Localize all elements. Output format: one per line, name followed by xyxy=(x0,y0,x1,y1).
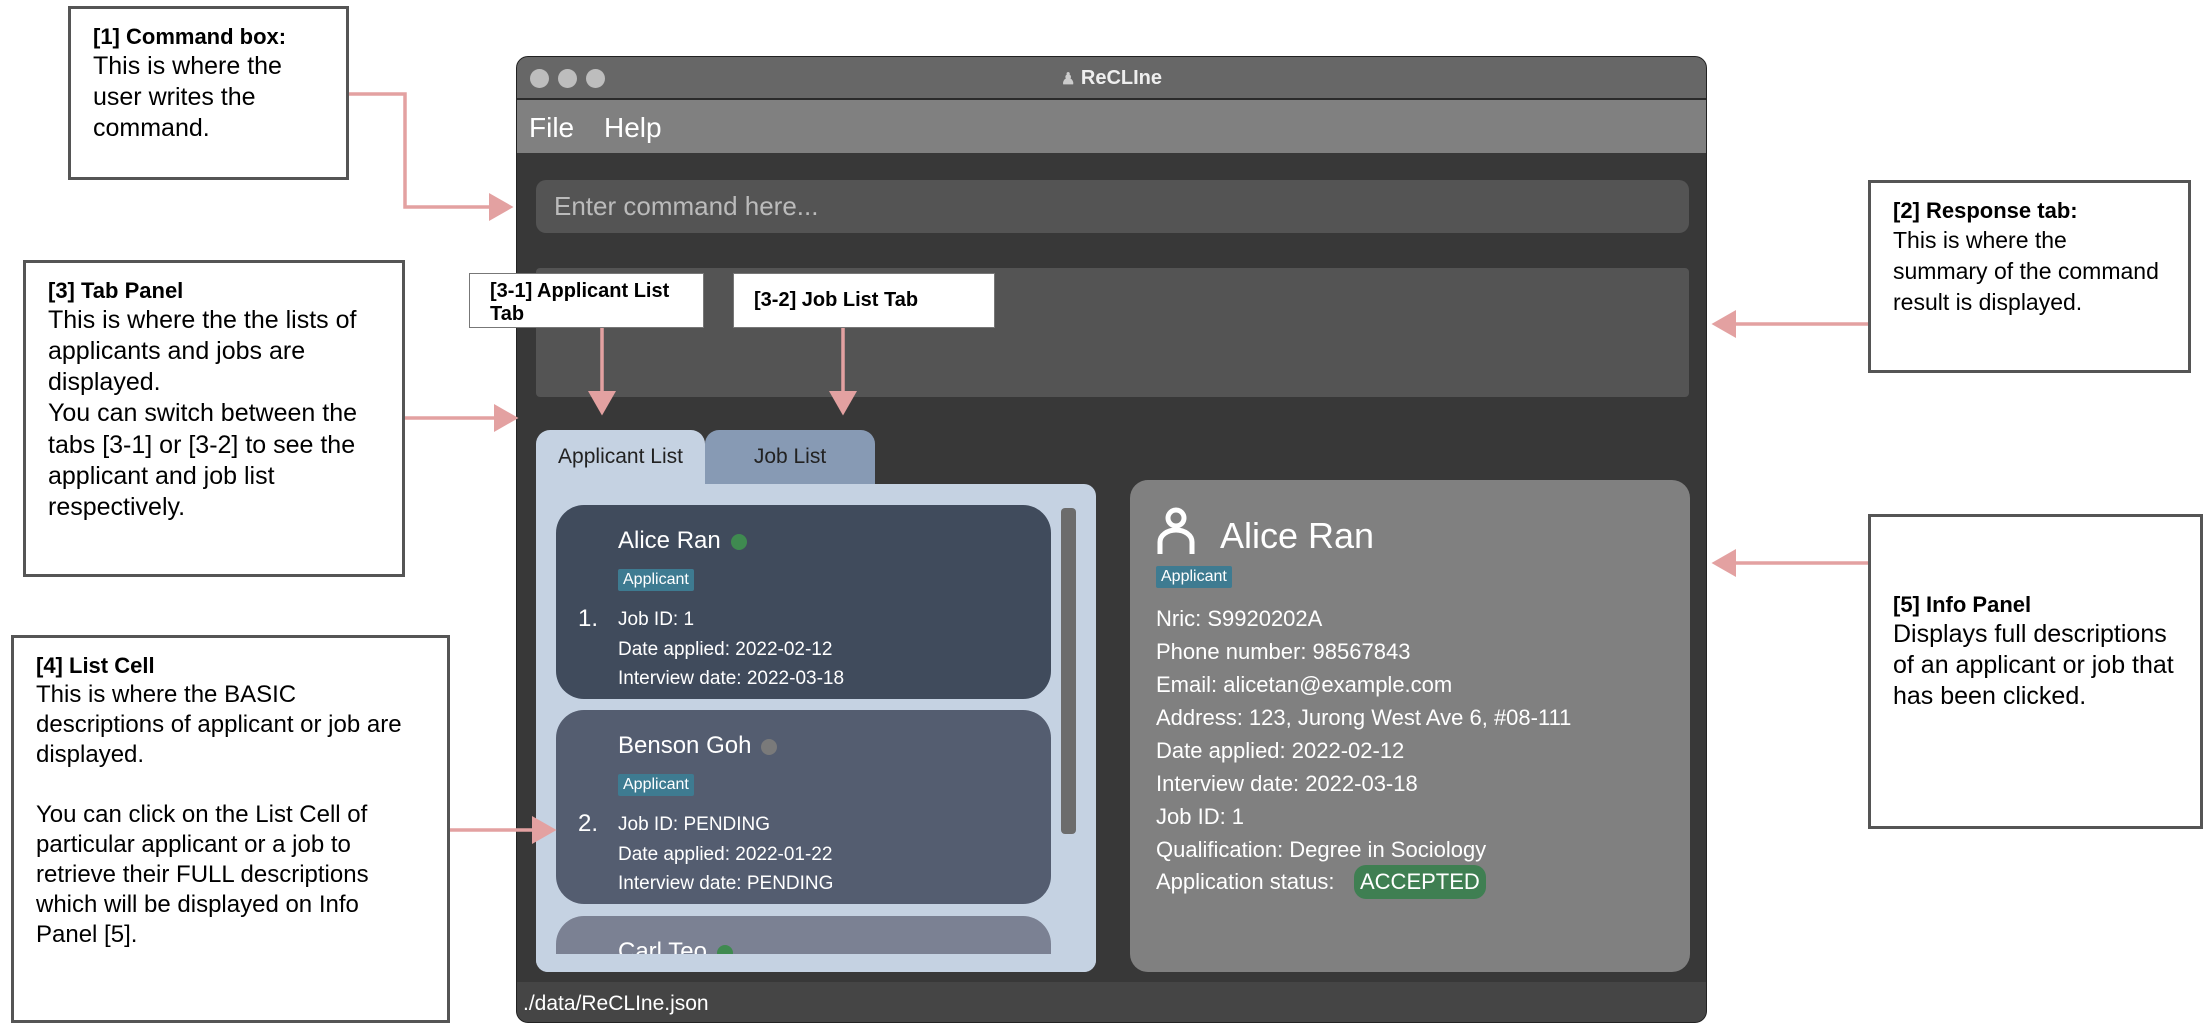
info-interview-date: Interview date: 2022-03-18 xyxy=(1156,771,1418,796)
annotation-body: This is where the the lists of applicant… xyxy=(48,305,358,522)
annotation-title: [2] Response tab: xyxy=(1893,198,2078,223)
info-qualification: Qualification: Degree in Sociology xyxy=(1156,837,1487,862)
window-title-text: ReCLIne xyxy=(1080,67,1163,89)
annotation-job-list-tab: [3-2] Job List Tab xyxy=(733,273,995,328)
app-window: ♟​ ReCLIne File Help Applicant List Job … xyxy=(516,56,1707,1023)
cell-name-text: Alice Ran xyxy=(618,527,721,554)
arrow-command-box xyxy=(349,92,514,221)
info-date-applied: Date applied: 2022-02-12 xyxy=(1156,738,1405,763)
info-phone: Phone number: 98567843 xyxy=(1156,639,1411,664)
annotation-body: This is where the summary of the command… xyxy=(1893,226,2159,316)
info-panel: Alice Ran Applicant Nric: S9920202A Phon… xyxy=(1130,480,1690,972)
info-email: Email: alicetan@example.com xyxy=(1156,672,1453,697)
command-input[interactable] xyxy=(536,180,1689,233)
annotation-response-tab: [2] Response tab: This is where the summa… xyxy=(1868,180,2191,373)
info-name: Alice Ran xyxy=(1220,515,1375,556)
applicant-list: Alice Ran Applicant 1. Job ID: 1 Date ap… xyxy=(536,484,1096,972)
info-address: Address: 123, Jurong West Ave 6, #08-111 xyxy=(1156,705,1572,730)
annotation-applicant-list-tab: [3-1] Applicant List Tab xyxy=(469,273,704,328)
cell-index: 2. xyxy=(578,810,599,837)
info-job-id: Job ID: 1 xyxy=(1156,804,1245,829)
application-status-badge: ACCEPTED xyxy=(1354,865,1486,899)
cell-name-text: Benson Goh xyxy=(618,732,752,759)
cell-name: Alice Ran xyxy=(618,527,747,555)
cell-interview-date: Interview date: 2022-03-18 xyxy=(618,668,845,689)
list-cell[interactable]: Alice Ran Applicant 1. Job ID: 1 Date ap… xyxy=(556,505,1051,699)
list-clip xyxy=(536,954,1096,972)
menu-bar: File Help xyxy=(517,100,1706,153)
annotation-body: Displays full descriptions of an applica… xyxy=(1893,619,2174,711)
tab-applicant-list[interactable]: Applicant List xyxy=(536,430,705,484)
cell-interview-date: Interview date: PENDING xyxy=(618,873,834,894)
cell-date-applied: Date applied: 2022-02-12 xyxy=(618,639,833,660)
annotation-info-panel: [5] Info Panel Displays full descriptions… xyxy=(1868,514,2203,829)
menu-file[interactable]: File xyxy=(529,112,574,144)
tab-job-list[interactable]: Job List xyxy=(705,430,875,484)
info-status-label: Application status: xyxy=(1156,869,1335,894)
cell-job-id: Job ID: PENDING xyxy=(618,814,771,835)
person-icon xyxy=(1157,507,1195,554)
window-title: ♟​ ReCLIne xyxy=(517,67,1706,90)
annotation-tab-panel: [3] Tab Panel This is where the the lists… xyxy=(23,260,405,577)
annotation-title: [3] Tab Panel xyxy=(48,278,184,303)
status-dot-icon xyxy=(761,738,778,755)
status-dot-icon xyxy=(730,533,747,550)
cell-date-applied: Date applied: 2022-01-22 xyxy=(618,844,833,865)
annotation-body: This is where the BASIC descriptions of … xyxy=(36,680,402,948)
annotation-title: [4] List Cell xyxy=(36,653,155,678)
menu-help[interactable]: Help xyxy=(604,112,662,144)
info-nric: Nric: S9920202A xyxy=(1156,606,1323,631)
annotation-body: This is where the user writes the comman… xyxy=(93,51,282,143)
annotation-command-box: [1] Command box: This is where the user w… xyxy=(68,6,349,180)
annotation-title: [1] Command box: xyxy=(93,24,287,49)
response-box xyxy=(536,268,1689,397)
role-badge: Applicant xyxy=(1156,566,1232,588)
cell-index: 1. xyxy=(578,605,599,632)
people-hierarchy-icon: ♟​ xyxy=(1060,71,1076,88)
list-scrollbar[interactable] xyxy=(1061,508,1076,834)
status-bar: ./data/ReCLIne.json xyxy=(517,982,1706,1022)
role-badge: Applicant xyxy=(618,569,694,591)
annotation-title: [5] Info Panel xyxy=(1893,592,2032,617)
title-bar: ♟​ ReCLIne xyxy=(517,57,1706,100)
role-badge: Applicant xyxy=(618,774,694,796)
list-cell[interactable]: Benson Goh Applicant 2. Job ID: PENDING … xyxy=(556,710,1051,904)
cell-name: Benson Goh xyxy=(618,732,778,760)
annotation-list-cell: [4] List Cell This is where the BASIC des… xyxy=(11,635,450,1023)
cell-job-id: Job ID: 1 xyxy=(618,609,695,630)
